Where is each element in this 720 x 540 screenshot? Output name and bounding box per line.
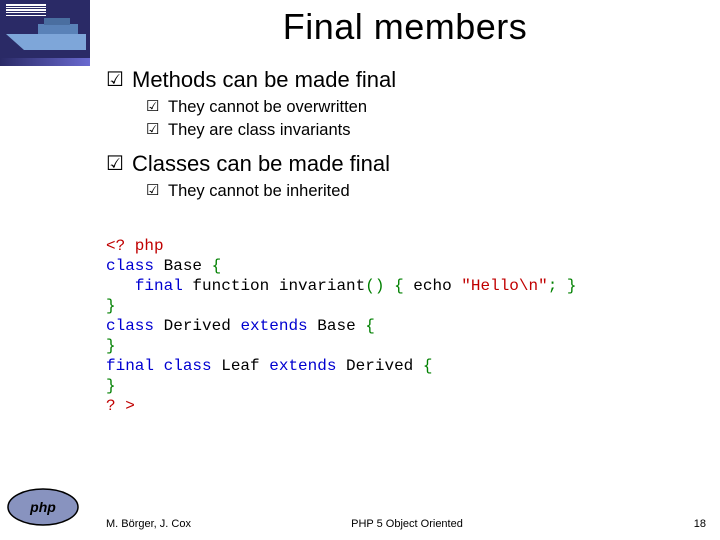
content-area: Final members ☑ Methods can be made fina… xyxy=(90,0,720,540)
footer-title: PHP 5 Object Oriented xyxy=(106,518,708,530)
code-token: } xyxy=(106,297,116,315)
sidebar: php xyxy=(0,0,90,540)
sub-bullet-item: ☑ They cannot be overwritten xyxy=(146,96,720,118)
php-logo-icon: php xyxy=(6,486,80,528)
code-token: <? php xyxy=(106,237,164,255)
code-token: final xyxy=(106,357,154,375)
code-token: ; } xyxy=(548,277,577,295)
gradient-bar xyxy=(0,58,90,66)
checkbox-icon: ☑ xyxy=(106,150,132,178)
footer: M. Börger, J. Cox PHP 5 Object Oriented … xyxy=(106,518,708,530)
code-token: { xyxy=(423,357,433,375)
sub-bullet-text: They are class invariants xyxy=(168,119,351,141)
slide: php Final members ☑ Methods can be made … xyxy=(0,0,720,540)
checkbox-icon: ☑ xyxy=(146,96,168,118)
code-token: { xyxy=(365,317,375,335)
checkbox-icon: ☑ xyxy=(106,66,132,94)
bullet-text: Classes can be made final xyxy=(132,150,390,178)
bullet-item: ☑ Methods can be made final xyxy=(106,66,720,94)
code-token: extends xyxy=(269,357,336,375)
stripes-decoration xyxy=(6,4,46,16)
page-number: 18 xyxy=(694,518,706,530)
checkbox-icon: ☑ xyxy=(146,180,168,202)
ship-icon xyxy=(4,16,88,56)
bullet-item: ☑ Classes can be made final xyxy=(106,150,720,178)
code-token: { xyxy=(212,257,222,275)
bullet-list: ☑ Methods can be made final ☑ They canno… xyxy=(90,66,720,202)
code-token: extends xyxy=(240,317,307,335)
code-token: class xyxy=(154,357,212,375)
code-token: Base xyxy=(154,257,212,275)
sub-bullet-text: They cannot be overwritten xyxy=(168,96,367,118)
code-token: ? > xyxy=(106,397,135,415)
code-token: } xyxy=(106,377,116,395)
code-token: Derived xyxy=(336,357,422,375)
code-token: "Hello\n" xyxy=(461,277,547,295)
code-token: invariant xyxy=(279,277,365,295)
svg-text:php: php xyxy=(29,499,56,515)
code-token: () { xyxy=(365,277,413,295)
bullet-text: Methods can be made final xyxy=(132,66,396,94)
code-token: echo xyxy=(413,277,461,295)
sub-bullet-item: ☑ They cannot be inherited xyxy=(146,180,720,202)
code-token: class xyxy=(106,317,154,335)
code-token: final xyxy=(135,277,183,295)
code-token: class xyxy=(106,257,154,275)
slide-title: Final members xyxy=(90,6,720,48)
code-token: function xyxy=(183,277,279,295)
code-token: } xyxy=(106,337,116,355)
sub-bullet-text: They cannot be inherited xyxy=(168,180,350,202)
code-token: Base xyxy=(308,317,366,335)
code-token: Derived xyxy=(154,317,240,335)
checkbox-icon: ☑ xyxy=(146,119,168,141)
sub-bullet-item: ☑ They are class invariants xyxy=(146,119,720,141)
sidebar-top-block xyxy=(0,0,90,58)
code-token: Leaf xyxy=(212,357,270,375)
code-block: <? php class Base { final function invar… xyxy=(90,236,720,416)
